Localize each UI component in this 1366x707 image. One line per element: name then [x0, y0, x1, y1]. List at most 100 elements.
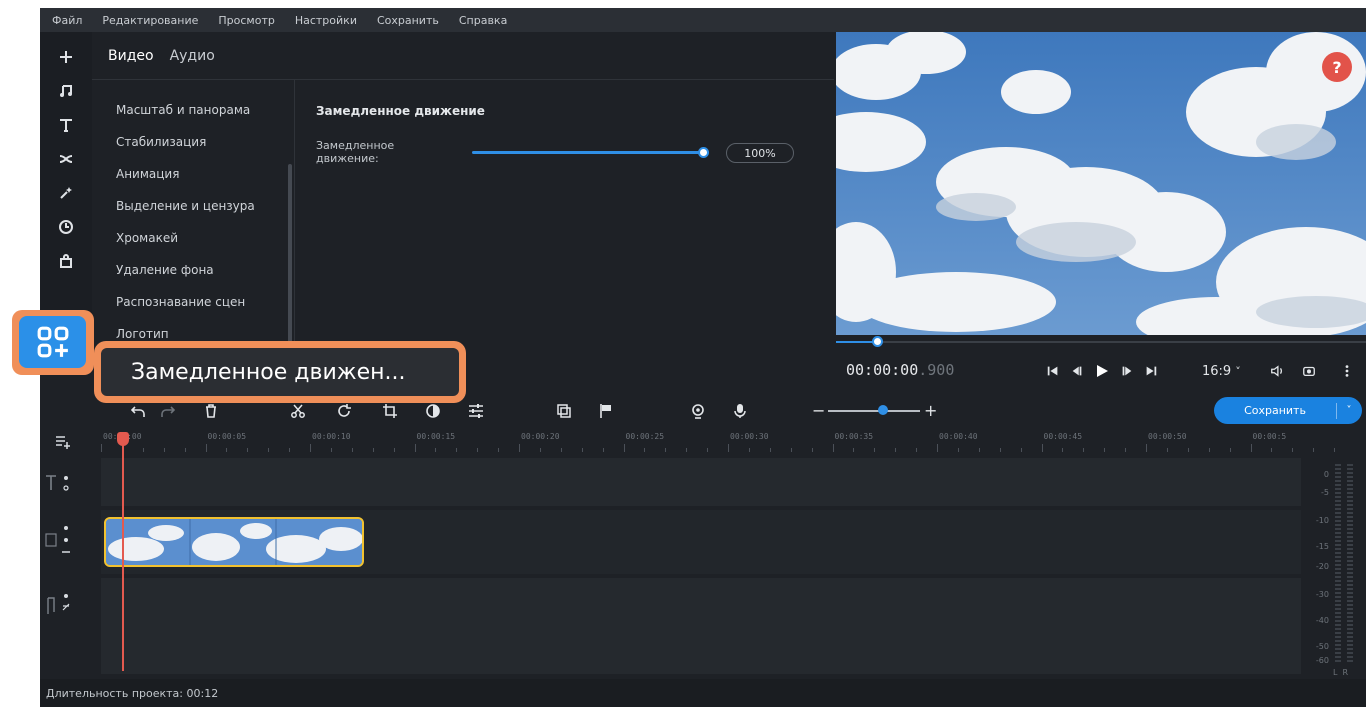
- play-icon: [1097, 365, 1108, 377]
- timecode-ms: .900: [918, 361, 955, 379]
- tab-audio[interactable]: Аудио: [170, 48, 215, 64]
- tab-video[interactable]: Видео: [108, 48, 154, 64]
- transitions-button[interactable]: [40, 144, 92, 174]
- list-item[interactable]: Хромакей: [116, 222, 286, 254]
- zoom-out-button[interactable]: −: [812, 403, 828, 419]
- playhead[interactable]: [122, 440, 124, 671]
- rotate-button[interactable]: [336, 403, 352, 419]
- filters-button[interactable]: [40, 178, 92, 208]
- help-button[interactable]: ?: [1322, 52, 1352, 82]
- undo-button[interactable]: [130, 403, 146, 419]
- slow-motion-slider[interactable]: [472, 151, 706, 154]
- list-item[interactable]: Масштаб и панорама: [116, 94, 286, 126]
- marker-button[interactable]: [598, 403, 614, 419]
- scissors-icon: [291, 404, 305, 418]
- slow-motion-value[interactable]: 100%: [726, 143, 794, 163]
- redo-button[interactable]: [160, 403, 176, 419]
- snapshot-button[interactable]: [1302, 361, 1316, 381]
- music-button[interactable]: [40, 76, 92, 106]
- menu-export[interactable]: Сохранить: [367, 14, 449, 27]
- prev-frame-button[interactable]: [1070, 361, 1084, 381]
- volume-button[interactable]: [1270, 361, 1284, 381]
- sky-clouds-image: [836, 32, 1366, 335]
- text-track-icon: [46, 475, 69, 491]
- import-button[interactable]: [40, 42, 92, 72]
- preview-progress-track[interactable]: [836, 341, 1366, 343]
- split-button[interactable]: [290, 403, 306, 419]
- settings-title: Замедленное движение: [316, 104, 485, 118]
- aspect-ratio-dropdown[interactable]: 16:9 ˅: [1202, 361, 1241, 381]
- zoom-slider[interactable]: [828, 410, 920, 412]
- menu-view[interactable]: Просмотр: [208, 14, 284, 27]
- menu-help[interactable]: Справка: [449, 14, 517, 27]
- preview-progress-handle[interactable]: [872, 336, 883, 347]
- next-frame-button[interactable]: [1120, 361, 1134, 381]
- ruler-tick: [707, 448, 709, 452]
- ruler-tick: [393, 448, 395, 452]
- zoom-in-button[interactable]: +: [924, 403, 940, 419]
- speaker-icon: [1271, 365, 1283, 377]
- webcam-button[interactable]: [690, 403, 706, 419]
- meter-label: -5: [1321, 488, 1329, 497]
- meter-channels: L R: [1333, 668, 1349, 677]
- overlay-icon: [557, 404, 571, 418]
- crop-icon: [383, 404, 397, 418]
- ruler-tick: [101, 444, 102, 452]
- ruler-tick: [602, 448, 604, 452]
- store-button[interactable]: [40, 246, 92, 276]
- list-item[interactable]: Выделение и цензура: [116, 190, 286, 222]
- ruler-tick: [957, 448, 959, 452]
- redo-icon: [161, 406, 176, 417]
- crop-button[interactable]: [382, 403, 398, 419]
- playhead-handle[interactable]: [117, 432, 129, 446]
- zoom-slider-handle[interactable]: [878, 405, 888, 415]
- ruler-tick: [205, 444, 207, 452]
- skip-start-button[interactable]: [1046, 361, 1060, 381]
- more-tools-button[interactable]: [19, 316, 86, 368]
- list-item[interactable]: Анимация: [116, 158, 286, 190]
- ruler-tick-label: 00:00:20: [521, 432, 560, 441]
- menu-file[interactable]: Файл: [40, 14, 92, 27]
- delete-button[interactable]: [203, 403, 219, 419]
- menu-settings[interactable]: Настройки: [285, 14, 367, 27]
- chevron-down-icon[interactable]: ˅: [1337, 405, 1361, 416]
- list-item[interactable]: Распознавание сцен: [116, 286, 286, 318]
- text-track[interactable]: [101, 458, 1301, 506]
- ruler-tick: [519, 444, 520, 452]
- menu-edit[interactable]: Редактирование: [92, 14, 208, 27]
- more-options-button[interactable]: [1340, 361, 1354, 381]
- ruler-tick-label: 00:00:05: [207, 432, 247, 441]
- plus-icon: [60, 51, 72, 63]
- skip-end-icon: [1146, 366, 1157, 376]
- panel-tabs: Видео Аудио: [92, 32, 834, 80]
- list-item[interactable]: Стабилизация: [116, 126, 286, 158]
- audio-track[interactable]: [101, 578, 1301, 674]
- ruler-tick-label: 00:00:10: [312, 432, 351, 441]
- color-adjust-button[interactable]: [425, 403, 441, 419]
- titles-button[interactable]: [40, 110, 92, 140]
- slow-motion-slider-handle[interactable]: [698, 147, 709, 158]
- ruler-tick: [372, 448, 374, 452]
- ruler-tick: [748, 448, 750, 452]
- ruler-tick: [1146, 444, 1147, 452]
- clip-properties-button[interactable]: [468, 403, 484, 419]
- list-item[interactable]: Удаление фона: [116, 254, 286, 286]
- ruler-tick: [268, 448, 270, 452]
- meter-label: -40: [1315, 616, 1329, 625]
- tool-list-scrollbar[interactable]: [288, 164, 292, 354]
- overlay-button[interactable]: [556, 403, 572, 419]
- voice-record-button[interactable]: [732, 403, 748, 419]
- skip-end-button[interactable]: [1144, 361, 1158, 381]
- ruler-tick: [644, 448, 646, 452]
- ruler-tick: [999, 448, 1001, 452]
- stickers-button[interactable]: [40, 212, 92, 242]
- ruler-tick: [853, 448, 855, 452]
- ruler-tick: [498, 448, 500, 452]
- video-clip[interactable]: [104, 517, 364, 567]
- ruler-tick: [916, 448, 918, 452]
- export-button[interactable]: Сохранить ˅: [1214, 397, 1362, 424]
- timeline-ruler[interactable]: 00:00:0000:00:0500:00:1000:00:1500:00:20…: [101, 432, 1336, 454]
- preview-timecode: 00:00:00.900: [846, 361, 954, 379]
- play-button[interactable]: [1094, 361, 1110, 381]
- ruler-tick: [435, 448, 437, 452]
